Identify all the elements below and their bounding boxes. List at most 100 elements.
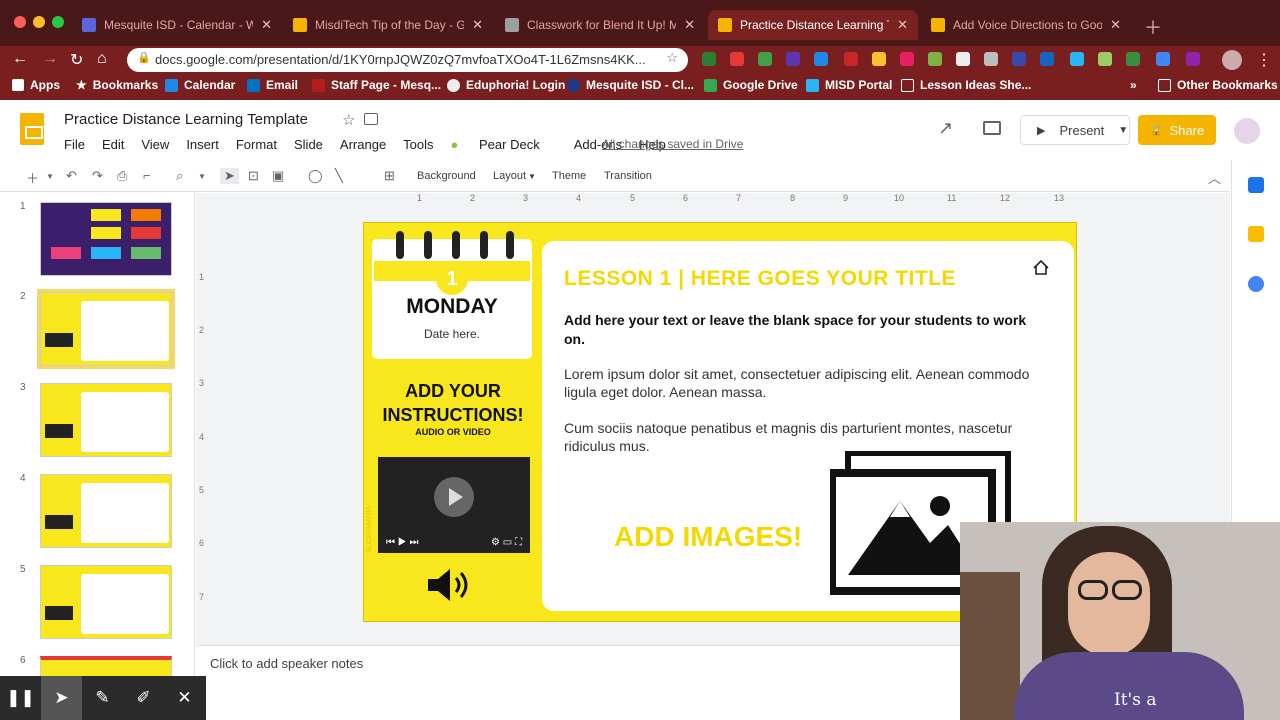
extension-icon[interactable] [1186,52,1200,66]
day-name[interactable]: MONDAY [374,295,530,319]
menu-pear-deck[interactable]: ● Pear Deck [451,137,557,152]
slide-thumbnail[interactable] [40,565,172,639]
highlighter-icon[interactable]: ✐ [123,676,164,720]
close-tab-icon[interactable]: ✕ [261,17,272,33]
menu-file[interactable]: File [64,137,85,152]
forward-arrow-icon[interactable]: → [42,50,58,68]
move-to-folder-icon[interactable] [364,113,378,125]
layout-button[interactable]: Layout [493,170,526,182]
extension-icon[interactable] [1126,52,1140,66]
line-icon[interactable]: ╲ [335,168,343,184]
cursor-icon[interactable]: ➤ [41,676,82,720]
bookmark-other-bookmarks[interactable]: Other Bookmarks [1158,78,1278,92]
collapse-chevron-up-icon[interactable]: ︿ [1208,168,1221,187]
calendar-graphic[interactable]: 1 MONDAY Date here. [374,231,530,357]
extension-icon[interactable] [786,52,800,66]
close-tab-icon[interactable]: ✕ [897,17,908,33]
slide-thumbnail[interactable] [40,383,172,457]
image-icon[interactable]: ▣ [272,168,284,184]
menu-format[interactable]: Format [236,137,277,152]
body-paragraph[interactable]: Cum sociis natoque penatibus et magnis d… [564,419,1044,455]
slide-thumbnail-selected[interactable] [37,289,175,369]
print-icon[interactable]: ⎙ [117,168,127,184]
chevron-down-icon[interactable]: ▼ [1118,125,1128,136]
extension-icon[interactable] [984,52,998,66]
bookmark-calendar[interactable]: Calendar [165,78,235,92]
account-avatar[interactable] [1234,118,1260,144]
select-arrow-icon[interactable]: ➤ [220,168,239,184]
extension-icon[interactable] [730,52,744,66]
menu-view[interactable]: View [141,137,169,152]
home-icon[interactable] [1030,257,1052,279]
menu-edit[interactable]: Edit [102,137,124,152]
tasks-addon-icon[interactable] [1248,276,1264,292]
back-arrow-icon[interactable]: ← [12,50,28,68]
slide-thumbnail[interactable] [40,474,172,548]
speaker-notes[interactable]: Click to add speaker notes [196,645,960,720]
shape-icon[interactable]: ◯ [308,168,323,184]
day-number[interactable]: 1 [436,263,468,295]
chevron-down-icon[interactable]: ▼ [528,172,536,181]
theme-button[interactable]: Theme [552,170,586,182]
add-comment-icon[interactable]: ⊞ [384,168,395,184]
comments-icon[interactable] [983,121,1001,135]
bookmark-mesquite-isd[interactable]: Mesquite ISD - Cl... [567,78,694,92]
activity-trend-icon[interactable]: ↗ [938,118,953,139]
keep-addon-icon[interactable] [1248,226,1264,242]
calendar-addon-icon[interactable] [1248,177,1264,193]
minimize-window-button[interactable] [33,16,45,28]
lesson-title[interactable]: LESSON 1 | HERE GOES YOUR TITLE [564,267,956,291]
paint-format-icon[interactable]: ⌐ [143,168,151,183]
pen-icon[interactable]: ✎ [82,676,123,720]
star-document-icon[interactable]: ☆ [342,111,355,129]
bookmark-apps[interactable]: Apps [12,78,60,92]
extension-icon[interactable] [956,52,970,66]
home-icon[interactable]: ⌂ [97,50,107,68]
reload-icon[interactable]: ↻ [70,50,83,70]
document-title[interactable]: Practice Distance Learning Template [64,111,308,128]
slides-logo-icon[interactable] [20,113,44,145]
extension-icon[interactable] [872,52,886,66]
google-drive-extension-icon[interactable] [1156,52,1170,66]
profile-avatar[interactable] [1222,50,1242,70]
background-button[interactable]: Background [417,170,476,182]
close-tab-icon[interactable]: ✕ [472,17,483,33]
lead-text[interactable]: Add here your text or leave the blank sp… [564,311,1034,349]
bookmark-google-drive[interactable]: Google Drive [704,78,798,92]
browser-tab-active[interactable]: Practice Distance Learning Ter ✕ [708,10,918,40]
browser-tab[interactable]: Classwork for Blend It Up! Mo ✕ [495,10,705,40]
extension-icon[interactable] [1012,52,1026,66]
body-paragraph[interactable]: Lorem ipsum dolor sit amet, consectetuer… [564,365,1044,401]
star-bookmark-icon[interactable]: ☆ [666,50,678,66]
slide-thumbnail[interactable] [40,202,172,276]
new-slide-icon[interactable]: ＋ [26,168,39,187]
instructions-subtitle[interactable]: AUDIO OR VIDEO [368,427,538,437]
date-placeholder[interactable]: Date here. [374,327,530,341]
url-field[interactable]: 🔒 docs.google.com/presentation/d/1KY0rnp… [127,48,688,72]
extension-icon[interactable] [1040,52,1054,66]
browser-tab[interactable]: Add Voice Directions to Googl ✕ [921,10,1131,40]
speaker-icon[interactable] [426,567,476,603]
present-button[interactable]: ▶ Present ▼ [1020,115,1130,145]
browser-tab[interactable]: MisdiTech Tip of the Day - Go ✕ [283,10,493,40]
chevron-down-icon[interactable]: ▼ [198,172,206,181]
close-tab-icon[interactable]: ✕ [1110,17,1121,33]
browser-menu-icon[interactable]: ⋮ [1256,50,1272,70]
extension-icon[interactable] [928,52,942,66]
extension-icon[interactable] [1098,52,1112,66]
extension-icon[interactable] [844,52,858,66]
redo-icon[interactable]: ↷ [92,168,103,184]
close-tab-icon[interactable]: ✕ [684,17,695,33]
pause-icon[interactable]: ❚❚ [0,676,41,720]
bookmark-lesson-ideas[interactable]: Lesson Ideas She... [901,78,1031,92]
save-status[interactable]: All changes saved in Drive [602,137,743,151]
chevron-down-icon[interactable]: ▼ [46,172,54,181]
bookmark-email[interactable]: Email [247,78,298,92]
bookmark-staff-page[interactable]: Staff Page - Mesq... [312,78,441,92]
menu-slide[interactable]: Slide [294,137,323,152]
zoom-window-button[interactable] [52,16,64,28]
video-placeholder[interactable]: ⏮ ▶ ⏭ ⚙ ▭ ⛶ [378,457,530,553]
slide-filmstrip[interactable]: 1 2 3 4 5 6 [0,193,195,720]
bookmark-eduphoria[interactable]: Eduphoria! Login [447,78,565,92]
new-tab-icon[interactable]: ＋ [1144,14,1162,40]
